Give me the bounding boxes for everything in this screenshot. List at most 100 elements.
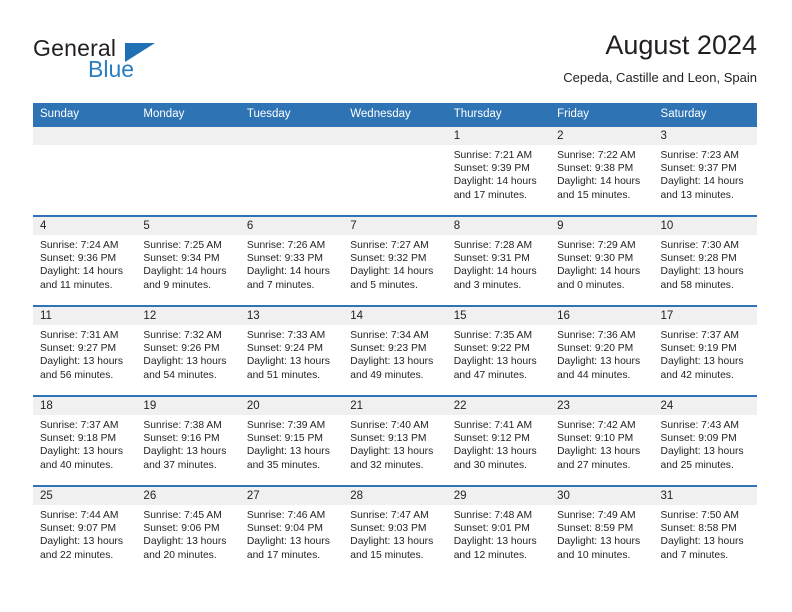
sunset-text: Sunset: 9:23 PM bbox=[350, 343, 427, 355]
day-number: 10 bbox=[653, 217, 757, 235]
calendar-day[interactable]: 15 Sunrise: 7:35 AM Sunset: 9:22 PM Dayligh… bbox=[446, 307, 551, 395]
calendar-day[interactable]: 5 Sunrise: 7:25 AM Sunset: 9:34 PM Daylight… bbox=[136, 217, 240, 305]
calendar-day[interactable]: 14 Sunrise: 7:34 AM Sunset: 9:23 PM Dayligh… bbox=[343, 307, 447, 395]
sunset-text: Sunset: 9:37 PM bbox=[660, 163, 737, 175]
sunset-text: Sunset: 9:30 PM bbox=[557, 253, 634, 265]
calendar-day[interactable]: 1 Sunrise: 7:21 AM Sunset: 9:39 PM Daylight… bbox=[446, 127, 551, 215]
sunrise-text: Sunrise: 7:42 AM bbox=[557, 420, 636, 431]
sunset-text: Sunset: 9:36 PM bbox=[40, 253, 117, 265]
day-details: Sunrise: 7:42 AM Sunset: 9:10 PM Daylight:… bbox=[550, 415, 653, 472]
calendar-cell: 24 Sunrise: 7:43 AM Sunset: 9:09 PM Dayligh… bbox=[653, 395, 757, 486]
calendar-cell: 5 Sunrise: 7:25 AM Sunset: 9:34 PM Daylight… bbox=[136, 215, 240, 306]
daylight-text: Daylight: 13 hours and 12 minutes. bbox=[453, 536, 537, 561]
calendar-cell: 18 Sunrise: 7:37 AM Sunset: 9:18 PM Dayligh… bbox=[33, 395, 137, 486]
sunset-text: Sunset: 9:27 PM bbox=[40, 343, 117, 355]
daylight-text: Daylight: 13 hours and 35 minutes. bbox=[246, 446, 330, 471]
calendar-cell bbox=[136, 125, 240, 216]
calendar-cell: 26 Sunrise: 7:45 AM Sunset: 9:06 PM Dayligh… bbox=[136, 485, 240, 575]
daylight-text: Daylight: 14 hours and 15 minutes. bbox=[557, 176, 641, 201]
day-number: 7 bbox=[343, 217, 447, 235]
calendar-day[interactable]: 20 Sunrise: 7:39 AM Sunset: 9:15 PM Dayligh… bbox=[239, 397, 344, 485]
calendar-week-row: 1 Sunrise: 7:21 AM Sunset: 9:39 PM Daylight… bbox=[33, 125, 757, 216]
daylight-text: Daylight: 13 hours and 49 minutes. bbox=[350, 356, 434, 381]
sunrise-text: Sunrise: 7:21 AM bbox=[453, 150, 533, 161]
page-header: General Blue August 2024 Cepeda, Castill… bbox=[0, 0, 792, 100]
calendar-day[interactable]: 19 Sunrise: 7:38 AM Sunset: 9:16 PM Dayligh… bbox=[136, 397, 240, 485]
day-number: 24 bbox=[653, 397, 757, 415]
calendar-day[interactable]: 6 Sunrise: 7:26 AM Sunset: 9:33 PM Daylight… bbox=[239, 217, 344, 305]
calendar-day[interactable]: 11 Sunrise: 7:31 AM Sunset: 9:27 PM Dayligh… bbox=[33, 307, 137, 395]
sunrise-text: Sunrise: 7:36 AM bbox=[557, 330, 636, 341]
day-number: 1 bbox=[446, 127, 551, 145]
calendar-day[interactable]: 13 Sunrise: 7:33 AM Sunset: 9:24 PM Dayligh… bbox=[239, 307, 344, 395]
calendar-week-row: 18 Sunrise: 7:37 AM Sunset: 9:18 PM Dayligh… bbox=[33, 395, 757, 486]
sunrise-text: Sunrise: 7:40 AM bbox=[350, 420, 429, 431]
calendar-cell: 15 Sunrise: 7:35 AM Sunset: 9:22 PM Dayligh… bbox=[446, 305, 551, 396]
calendar-day[interactable]: 27 Sunrise: 7:46 AM Sunset: 9:04 PM Dayligh… bbox=[239, 487, 344, 575]
calendar-day[interactable]: 12 Sunrise: 7:32 AM Sunset: 9:26 PM Dayligh… bbox=[136, 307, 240, 395]
day-number: 5 bbox=[136, 217, 240, 235]
day-number: 3 bbox=[653, 127, 757, 145]
calendar-cell: 8 Sunrise: 7:28 AM Sunset: 9:31 PM Daylight… bbox=[446, 215, 551, 306]
calendar-day[interactable]: 8 Sunrise: 7:28 AM Sunset: 9:31 PM Daylight… bbox=[446, 217, 551, 305]
sunset-text: Sunset: 9:16 PM bbox=[143, 433, 220, 445]
day-number: 26 bbox=[136, 487, 240, 505]
calendar-day[interactable]: 26 Sunrise: 7:45 AM Sunset: 9:06 PM Dayligh… bbox=[136, 487, 240, 575]
sunrise-text: Sunrise: 7:32 AM bbox=[143, 330, 222, 341]
sunrise-text: Sunrise: 7:22 AM bbox=[557, 150, 636, 161]
calendar-day[interactable]: 7 Sunrise: 7:27 AM Sunset: 9:32 PM Daylight… bbox=[343, 217, 447, 305]
calendar-page: General Blue August 2024 Cepeda, Castill… bbox=[0, 0, 792, 612]
calendar-day[interactable]: 4 Sunrise: 7:24 AM Sunset: 9:36 PM Daylight… bbox=[33, 217, 137, 305]
daylight-text: Daylight: 13 hours and 56 minutes. bbox=[40, 356, 123, 381]
calendar-day[interactable]: 16 Sunrise: 7:36 AM Sunset: 9:20 PM Dayligh… bbox=[550, 307, 654, 395]
calendar-day[interactable]: 24 Sunrise: 7:43 AM Sunset: 9:09 PM Dayligh… bbox=[653, 397, 757, 485]
sunrise-text: Sunrise: 7:44 AM bbox=[40, 510, 119, 521]
calendar-day[interactable]: 2 Sunrise: 7:22 AM Sunset: 9:38 PM Daylight… bbox=[550, 127, 654, 215]
daylight-text: Daylight: 13 hours and 22 minutes. bbox=[40, 536, 123, 561]
calendar-day[interactable]: 9 Sunrise: 7:29 AM Sunset: 9:30 PM Daylight… bbox=[550, 217, 654, 305]
day-number: 17 bbox=[653, 307, 757, 325]
day-number: 28 bbox=[343, 487, 447, 505]
sunset-text: Sunset: 9:39 PM bbox=[453, 163, 530, 175]
calendar-day[interactable]: 30 Sunrise: 7:49 AM Sunset: 8:59 PM Dayligh… bbox=[550, 487, 654, 575]
day-details: Sunrise: 7:43 AM Sunset: 9:09 PM Daylight:… bbox=[654, 415, 757, 472]
day-details: Sunrise: 7:28 AM Sunset: 9:31 PM Daylight:… bbox=[447, 235, 550, 292]
calendar-day[interactable]: 23 Sunrise: 7:42 AM Sunset: 9:10 PM Dayligh… bbox=[550, 397, 654, 485]
day-details: Sunrise: 7:47 AM Sunset: 9:03 PM Daylight:… bbox=[343, 505, 446, 562]
calendar-day[interactable]: 10 Sunrise: 7:30 AM Sunset: 9:28 PM Dayligh… bbox=[653, 217, 757, 305]
sunrise-text: Sunrise: 7:30 AM bbox=[660, 240, 739, 251]
sunset-text: Sunset: 9:01 PM bbox=[453, 523, 530, 535]
sunrise-text: Sunrise: 7:48 AM bbox=[453, 510, 533, 521]
calendar-day[interactable]: 28 Sunrise: 7:47 AM Sunset: 9:03 PM Dayligh… bbox=[343, 487, 447, 575]
logo-text-blue: Blue bbox=[88, 56, 135, 82]
calendar-day[interactable]: 22 Sunrise: 7:41 AM Sunset: 9:12 PM Dayligh… bbox=[446, 397, 551, 485]
sunset-text: Sunset: 9:07 PM bbox=[40, 523, 117, 535]
day-number: 21 bbox=[343, 397, 447, 415]
day-details: Sunrise: 7:32 AM Sunset: 9:26 PM Daylight:… bbox=[136, 325, 239, 382]
day-details: Sunrise: 7:44 AM Sunset: 9:07 PM Daylight:… bbox=[33, 505, 136, 562]
sunset-text: Sunset: 9:10 PM bbox=[557, 433, 634, 445]
weekday-header-friday: Friday bbox=[550, 103, 654, 126]
calendar-day[interactable]: 25 Sunrise: 7:44 AM Sunset: 9:07 PM Dayligh… bbox=[33, 487, 137, 575]
calendar-day[interactable]: 29 Sunrise: 7:48 AM Sunset: 9:01 PM Dayligh… bbox=[446, 487, 551, 575]
calendar-day[interactable]: 17 Sunrise: 7:37 AM Sunset: 9:19 PM Dayligh… bbox=[653, 307, 757, 395]
calendar-day[interactable]: 3 Sunrise: 7:23 AM Sunset: 9:37 PM Daylight… bbox=[653, 127, 757, 215]
calendar-day[interactable]: 21 Sunrise: 7:40 AM Sunset: 9:13 PM Dayligh… bbox=[343, 397, 447, 485]
weekday-header-wednesday: Wednesday bbox=[343, 103, 447, 126]
calendar-cell: 1 Sunrise: 7:21 AM Sunset: 9:39 PM Daylight… bbox=[446, 125, 551, 216]
calendar-day[interactable]: 18 Sunrise: 7:37 AM Sunset: 9:18 PM Dayligh… bbox=[33, 397, 137, 485]
day-details: Sunrise: 7:39 AM Sunset: 9:15 PM Daylight:… bbox=[240, 415, 343, 472]
weekday-header-sunday: Sunday bbox=[33, 103, 137, 126]
general-blue-logo[interactable]: General Blue bbox=[33, 35, 263, 85]
sunrise-sunset-calendar: Sunday Monday Tuesday Wednesday Thursday… bbox=[33, 103, 757, 575]
sunset-text: Sunset: 9:32 PM bbox=[350, 253, 427, 265]
calendar-cell bbox=[239, 125, 344, 216]
daylight-text: Daylight: 13 hours and 44 minutes. bbox=[557, 356, 641, 381]
daylight-text: Daylight: 13 hours and 58 minutes. bbox=[660, 266, 744, 291]
calendar-week-row: 25 Sunrise: 7:44 AM Sunset: 9:07 PM Dayligh… bbox=[33, 485, 757, 575]
daylight-text: Daylight: 14 hours and 9 minutes. bbox=[143, 266, 227, 291]
calendar-cell: 9 Sunrise: 7:29 AM Sunset: 9:30 PM Daylight… bbox=[550, 215, 654, 306]
calendar-cell: 10 Sunrise: 7:30 AM Sunset: 9:28 PM Dayligh… bbox=[653, 215, 757, 306]
day-number bbox=[33, 127, 137, 145]
calendar-day[interactable]: 31 Sunrise: 7:50 AM Sunset: 8:58 PM Dayligh… bbox=[653, 487, 757, 575]
